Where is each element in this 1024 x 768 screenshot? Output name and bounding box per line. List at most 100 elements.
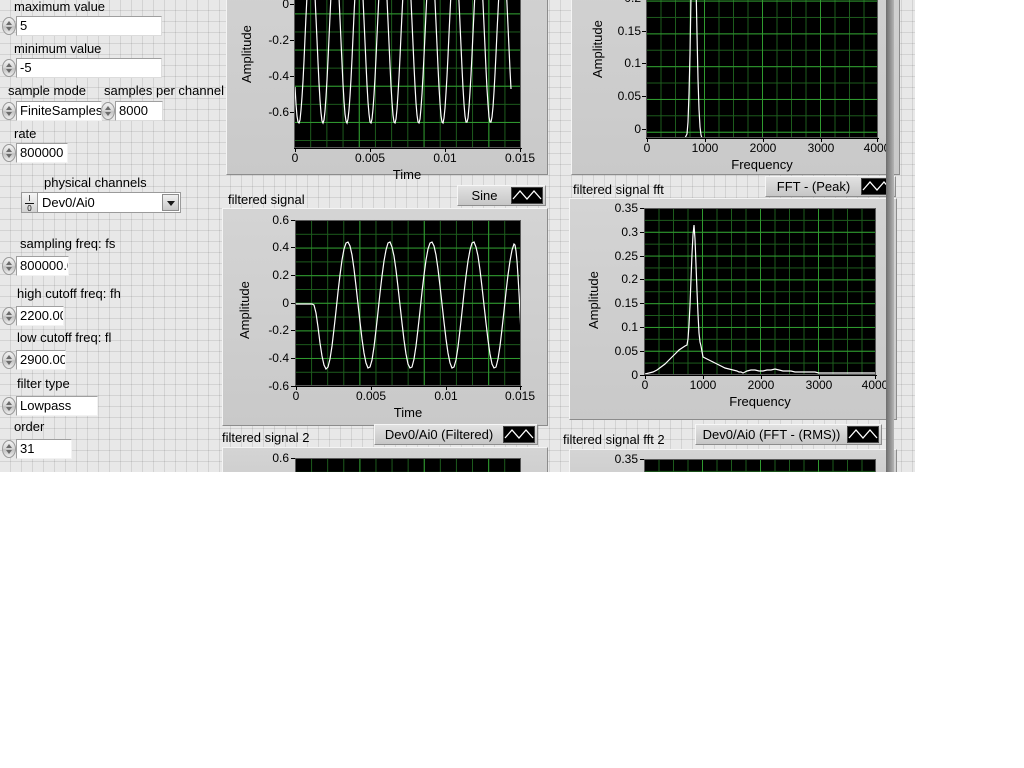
signal-xtick-1: 0.005 (354, 151, 386, 165)
minimum-value-stepper[interactable] (2, 59, 16, 77)
sampling-freq-fs-stepper[interactable] (2, 257, 16, 275)
filtered-signal-fft-2-caption: filtered signal fft 2 (563, 432, 665, 447)
maximum-value-field[interactable]: 5 (16, 16, 162, 36)
rate-field[interactable]: 800000 (16, 143, 68, 163)
filtered-signal-plot-area (295, 220, 521, 386)
filtered-signal-fft-xtick-3: 3000 (805, 378, 833, 392)
filtered-signal-fft-2-graph[interactable]: 0.35 (569, 449, 897, 472)
sampling-freq-fs-control[interactable]: 800000.0 (2, 256, 69, 276)
filtered-signal-ytick-1: 0.4 (272, 240, 289, 254)
filter-type-control[interactable]: Lowpass (2, 396, 98, 416)
sampling-freq-fs-field[interactable]: 800000.0 (16, 256, 69, 276)
order-control[interactable]: 31 (2, 439, 72, 459)
filter-type-field[interactable]: Lowpass (16, 396, 98, 416)
signal-graph[interactable]: 0.4 0.2 0 -0.2 -0.4 -0.6 0 0.005 0.01 0.… (226, 0, 548, 182)
signal-fft-graph[interactable]: 0.3 0.25 0.2 0.15 0.1 0.05 0 0 1000 2000… (571, 0, 900, 175)
filtered-signal-xtick-1: 0.005 (355, 389, 387, 403)
filtered-signal-2-ytick-0: 0.6 (272, 451, 289, 465)
waveform-icon (503, 426, 535, 443)
signal-plot-area (294, 0, 521, 148)
samples-per-channel-stepper[interactable] (101, 102, 115, 120)
signal-ytick-2: 0 (282, 0, 289, 11)
rate-control[interactable]: 800000 (2, 143, 68, 163)
filtered-signal-graph[interactable]: 0.6 0.4 0.2 0 -0.2 -0.4 -0.6 0 0.005 0.0… (222, 208, 548, 426)
signal-trace (295, 0, 512, 125)
signal-fft-legend[interactable]: FFT - (Peak) (765, 176, 896, 197)
filtered-signal-2-plot-area (295, 458, 521, 472)
samples-per-channel-field[interactable]: 8000 (115, 101, 163, 121)
low-cutoff-freq-fl-control[interactable]: 2900.000 (2, 350, 66, 370)
maximum-value-control[interactable]: 5 (2, 16, 162, 36)
labview-front-panel: maximum value 5 minimum value -5 sample … (0, 0, 915, 472)
filtered-signal-legend-label: Dev0/Ai0 (Filtered) (384, 427, 494, 442)
filter-type-label: filter type (17, 376, 70, 391)
physical-channels-label: physical channels (44, 175, 147, 190)
filtered-signal-2-caption: filtered signal 2 (222, 430, 310, 445)
order-field[interactable]: 31 (16, 439, 72, 459)
filtered-signal-legend[interactable]: Dev0/Ai0 (Filtered) (374, 424, 538, 445)
filtered-signal-fft-xtick-2: 2000 (747, 378, 775, 392)
signal-legend[interactable]: Sine (457, 185, 546, 206)
filtered-signal-ytick-0: 0.6 (272, 213, 289, 227)
high-cutoff-freq-fh-field[interactable]: 2200.00 (16, 306, 64, 326)
filtered-signal-2-graph[interactable]: 0.6 (222, 447, 548, 472)
samples-per-channel-label: samples per channel (104, 83, 224, 98)
filtered-signal-fft-xtick-1: 1000 (689, 378, 717, 392)
filtered-signal-xtick-2: 0.01 (434, 389, 458, 403)
filtered-signal-fft-caption: filtered signal fft (573, 182, 664, 197)
minimum-value-field[interactable]: -5 (16, 58, 162, 78)
high-cutoff-freq-fh-stepper[interactable] (2, 307, 16, 325)
filtered-signal-fft-xtick-0: 0 (641, 378, 649, 392)
signal-fft-xtick-3: 3000 (807, 141, 835, 155)
low-cutoff-freq-fl-stepper[interactable] (2, 351, 16, 369)
order-label: order (14, 419, 45, 434)
filtered-signal-fft-ytick-6: 0.05 (614, 344, 638, 358)
signal-legend-label: Sine (471, 188, 498, 203)
filter-type-stepper[interactable] (2, 397, 16, 415)
low-cutoff-freq-fl-label: low cutoff freq: fl (17, 330, 112, 345)
signal-xtick-2: 0.01 (433, 151, 457, 165)
filtered-signal-caption: filtered signal (228, 192, 305, 207)
signal-fft-legend-label: FFT - (Peak) (776, 179, 851, 194)
waveform-icon (847, 426, 879, 443)
filtered-signal-fft-yaxis-title: Amplitude (586, 271, 601, 329)
filtered-signal-fft-2-plot-area (644, 459, 876, 472)
minimum-value-control[interactable]: -5 (2, 58, 162, 78)
rate-label: rate (14, 126, 37, 141)
waveform-icon (511, 187, 543, 204)
filtered-signal-fft-2-plot-grid-major (645, 460, 875, 472)
filtered-signal-xtick-0: 0 (292, 389, 300, 403)
filtered-signal-ytick-2: 0.2 (272, 268, 289, 282)
signal-xtick-0: 0 (291, 151, 299, 165)
physical-channels-control[interactable]: I0 Dev0/Ai0 (21, 192, 181, 213)
chevron-down-icon[interactable] (162, 194, 179, 211)
filtered-signal-fft-ytick-1: 0.3 (621, 225, 638, 239)
signal-fft-trace (684, 0, 703, 137)
rate-stepper[interactable] (2, 144, 16, 162)
signal-fft-xaxis-title: Frequency (731, 157, 793, 172)
low-cutoff-freq-fl-field[interactable]: 2900.000 (16, 350, 66, 370)
io-icon: I0 (21, 192, 37, 213)
filtered-signal-fft-ytick-2: 0.25 (614, 249, 638, 263)
order-stepper[interactable] (2, 440, 16, 458)
filtered-signal-fft-legend[interactable]: Dev0/Ai0 (FFT - (RMS)) (695, 424, 882, 445)
filtered-signal-2-plot-grid-major (296, 459, 520, 472)
filtered-signal-trace (296, 241, 520, 371)
sample-mode-control[interactable]: FiniteSamples (2, 101, 102, 121)
panel-right-edge[interactable] (886, 0, 894, 472)
samples-per-channel-control[interactable]: 8000 (101, 101, 163, 121)
physical-channels-field[interactable]: Dev0/Ai0 (37, 192, 181, 213)
maximum-value-stepper[interactable] (2, 17, 16, 35)
filtered-signal-xtick-3: 0.015 (504, 389, 536, 403)
filtered-signal-fft-ytick-0: 0.35 (614, 201, 638, 215)
signal-ytick-5: -0.6 (268, 105, 289, 119)
high-cutoff-freq-fh-control[interactable]: 2200.00 (2, 306, 64, 326)
signal-fft-xtick-2: 2000 (749, 141, 777, 155)
filtered-signal-fft-graph[interactable]: 0.35 0.3 0.25 0.2 0.15 0.1 0.05 0 0 1000… (569, 198, 897, 420)
sample-mode-stepper[interactable] (2, 102, 16, 120)
filtered-signal-fft-xaxis-title: Frequency (729, 394, 791, 409)
sample-mode-field[interactable]: FiniteSamples (16, 101, 102, 121)
signal-fft-ytick-5: 0.05 (617, 89, 641, 103)
signal-fft-xtick-1: 1000 (691, 141, 719, 155)
minimum-value-label: minimum value (14, 41, 102, 56)
